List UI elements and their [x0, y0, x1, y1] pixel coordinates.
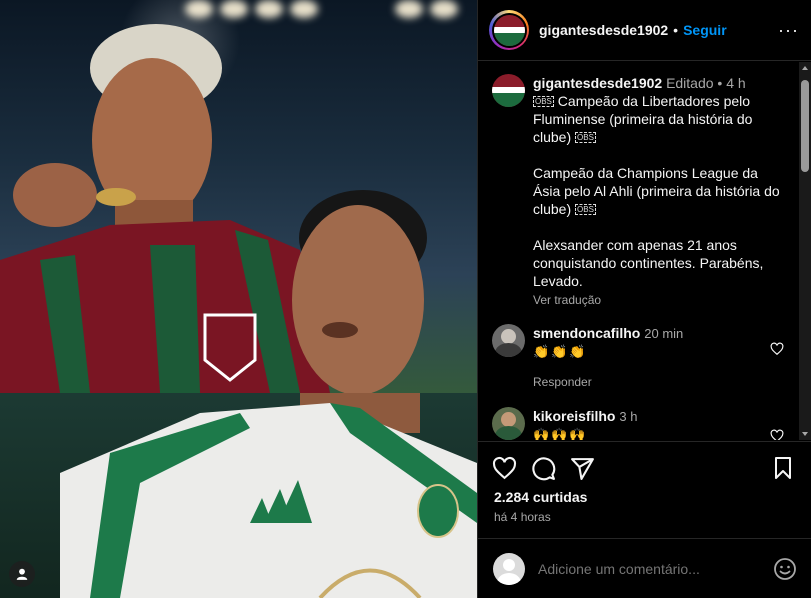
like-comment-heart-icon[interactable] — [770, 342, 784, 356]
comment-time: 20 min — [644, 326, 684, 341]
header-username[interactable]: gigantesdesde1902 — [539, 22, 668, 38]
caption-line-1: Campeão da Libertadores pelo Fluminense … — [533, 93, 753, 145]
club-logo — [493, 14, 525, 46]
tagged-users-button[interactable] — [9, 561, 35, 587]
image-bottom — [0, 393, 477, 598]
instagram-post-modal: gigantesdesde1902 • Seguir ··· gigantesd… — [0, 0, 811, 598]
scrollbar-thumb[interactable] — [801, 80, 809, 172]
caption-avatar[interactable] — [492, 74, 525, 107]
caption-line-3: Alexsander com apenas 21 anos conquistan… — [533, 237, 764, 289]
comment-username[interactable]: smendoncafilho — [533, 325, 640, 341]
comments-list[interactable]: gigantesdesde1902 Editado • 4 h OBS Camp… — [478, 62, 800, 440]
caption-line-2: Campeão da Champions League da Ásia pelo… — [533, 165, 780, 217]
save-bookmark-icon[interactable] — [771, 456, 795, 480]
image-top-stadium — [0, 0, 477, 393]
caption-username[interactable]: gigantesdesde1902 — [533, 75, 662, 91]
comment-text: 👏👏👏 — [533, 344, 588, 359]
more-options-button[interactable]: ··· — [778, 20, 799, 41]
caption-meta: Editado • 4 h — [666, 75, 746, 91]
profile-avatar[interactable] — [489, 10, 529, 50]
person-icon — [16, 568, 28, 580]
comments-scrollbar[interactable] — [799, 62, 811, 440]
current-user-avatar — [493, 552, 525, 585]
share-send-icon[interactable] — [570, 456, 595, 481]
comment-avatar[interactable] — [492, 324, 525, 357]
comment-avatar[interactable] — [492, 407, 525, 440]
likes-count[interactable]: 2.284 curtidas — [494, 489, 587, 505]
see-translation-link[interactable]: Ver tradução — [533, 291, 788, 309]
post-image[interactable] — [0, 0, 477, 598]
comment-input[interactable] — [538, 560, 773, 577]
comment-text: 🙌🙌🙌 — [533, 427, 588, 440]
comment-bubble-icon[interactable] — [531, 456, 556, 481]
reply-button[interactable]: Responder — [533, 373, 792, 391]
obs-glyph: OBS — [533, 96, 554, 107]
comment-item: smendoncafilho 20 min 👏👏👏 Responder — [492, 324, 792, 391]
post-timestamp[interactable]: há 4 horas — [494, 510, 551, 524]
comment-item: kikoreisfilho 3 h 🙌🙌🙌 — [492, 407, 792, 440]
scroll-down-arrow-icon[interactable] — [802, 432, 808, 436]
comment-username[interactable]: kikoreisfilho — [533, 408, 615, 424]
separator-dot: • — [673, 22, 679, 38]
player-al-ahli-head — [292, 190, 427, 393]
add-comment-bar — [478, 538, 811, 598]
scroll-up-arrow-icon[interactable] — [802, 66, 808, 70]
post-caption: gigantesdesde1902 Editado • 4 h OBS Camp… — [492, 74, 792, 309]
post-header: gigantesdesde1902 • Seguir ··· — [478, 0, 811, 61]
emoji-smiley-icon[interactable] — [773, 557, 797, 581]
comment-time: 3 h — [619, 409, 638, 424]
like-comment-heart-icon[interactable] — [770, 429, 784, 440]
like-heart-icon[interactable] — [492, 456, 517, 481]
post-sidebar: gigantesdesde1902 • Seguir ··· gigantesd… — [477, 0, 811, 598]
follow-button[interactable]: Seguir — [683, 22, 727, 38]
post-actions: 2.284 curtidas há 4 horas — [478, 441, 811, 538]
